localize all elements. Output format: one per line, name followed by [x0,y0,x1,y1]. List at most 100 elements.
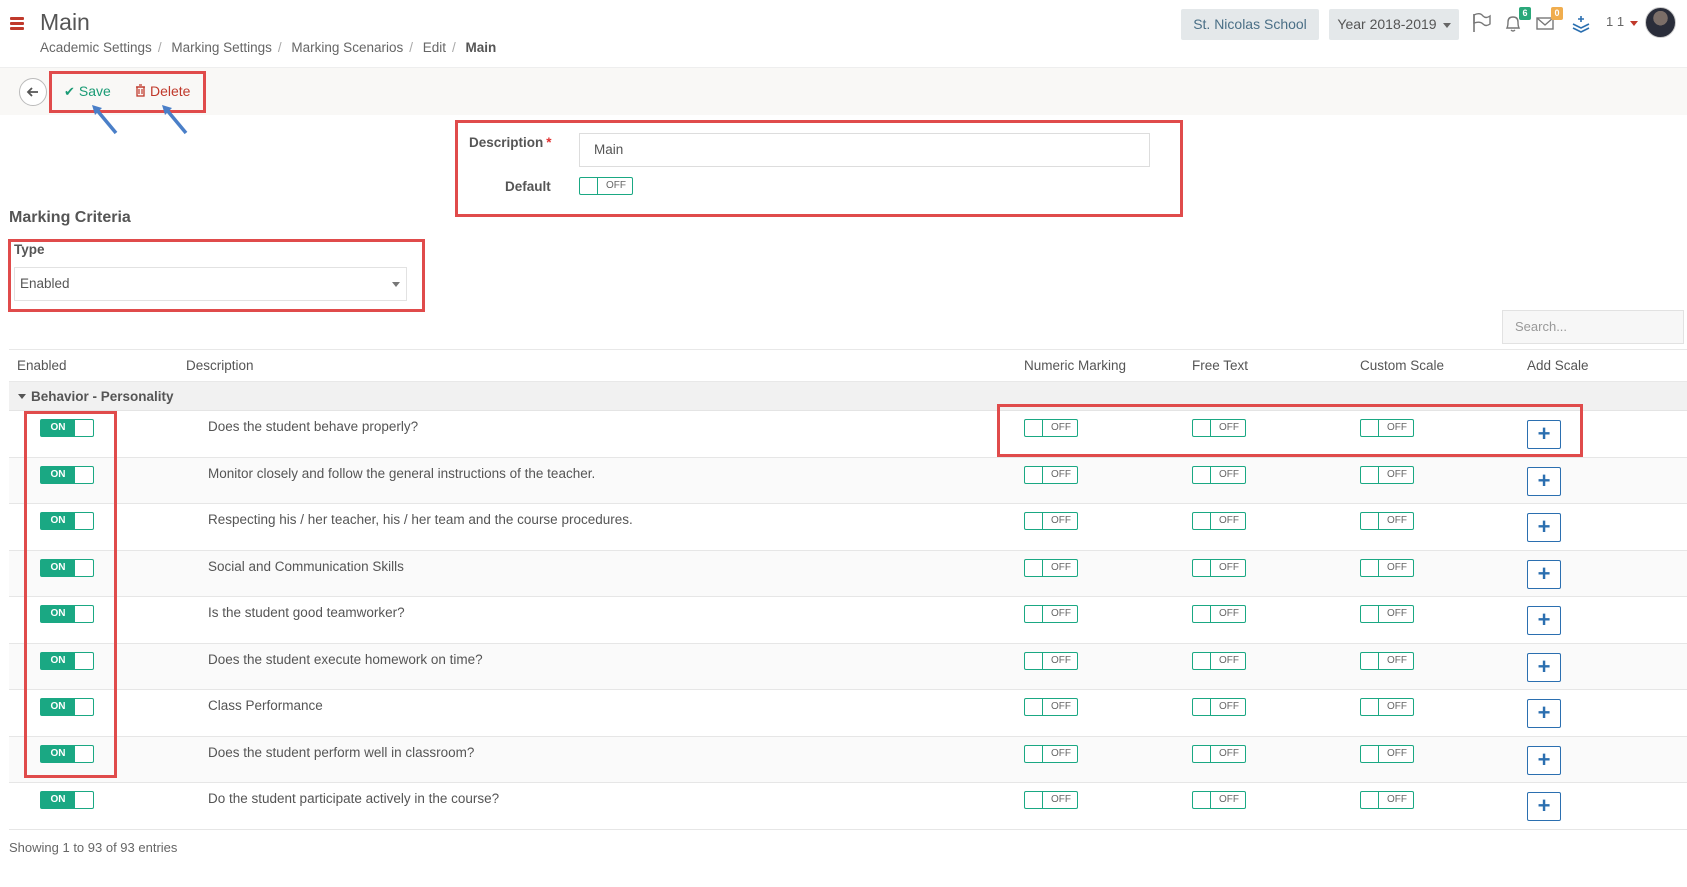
table-row: ON Does the student execute homework on … [9,643,1687,690]
add-scale-button[interactable]: + [1527,559,1561,589]
column-header-numeric-marking[interactable]: Numeric Marking [1024,358,1126,373]
caret-down-icon [392,282,400,287]
add-scale-button[interactable]: + [1527,420,1561,449]
custom-scale-toggle[interactable]: OFF [1360,512,1414,530]
delete-button[interactable]: Delete [135,83,190,99]
action-toolbar: ✔ Save Delete [0,67,1687,115]
enabled-toggle[interactable]: ON [40,512,94,530]
enabled-toggle[interactable]: ON [40,465,94,484]
numeric-marking-toggle[interactable]: OFF [1024,791,1078,809]
plus-icon: + [1537,607,1551,632]
enabled-toggle[interactable]: ON [40,698,94,716]
search-input[interactable]: Search... [1502,310,1684,344]
add-scale-button[interactable]: + [1527,466,1561,496]
group-row[interactable]: Behavior - Personality [9,382,1687,411]
custom-scale-toggle[interactable]: OFF [1360,605,1414,623]
back-arrow-icon [26,87,38,97]
enabled-toggle[interactable]: ON [40,419,94,437]
free-text-toggle[interactable]: OFF [1192,605,1246,623]
criterion-description: Do the student participate actively in t… [208,791,500,806]
free-text-toggle[interactable]: OFF [1192,512,1246,530]
required-marker: * [546,135,552,150]
enabled-toggle[interactable]: ON [40,605,94,623]
flag-icon[interactable] [1470,12,1492,34]
table-row: ON Monitor closely and follow the genera… [9,457,1687,504]
criterion-description: Monitor closely and follow the general i… [208,465,596,481]
column-header-free-text[interactable]: Free Text [1192,358,1248,373]
breadcrumb-item-marking-settings[interactable]: Marking Settings [171,40,272,55]
breadcrumb-item-current: Main [465,40,497,55]
numeric-marking-toggle[interactable]: OFF [1024,512,1078,530]
table-info: Showing 1 to 93 of 93 entries [9,840,178,855]
add-scale-button[interactable]: + [1527,745,1561,775]
caret-down-icon[interactable] [1630,21,1638,26]
breadcrumb-item-edit[interactable]: Edit [423,40,446,55]
column-header-custom-scale[interactable]: Custom Scale [1360,358,1444,373]
breadcrumb-item-marking-scenarios[interactable]: Marking Scenarios [291,40,403,55]
custom-scale-toggle[interactable]: OFF [1360,744,1414,763]
free-text-toggle[interactable]: OFF [1192,791,1246,809]
breadcrumb: Academic Settings / Marking Settings / Mar… [40,40,497,55]
enabled-toggle[interactable]: ON [40,744,94,763]
custom-scale-toggle[interactable]: OFF [1360,558,1414,577]
numeric-marking-toggle[interactable]: OFF [1024,605,1078,623]
numeric-marking-toggle[interactable]: OFF [1024,651,1078,670]
breadcrumb-item-academic-settings[interactable]: Academic Settings [40,40,152,55]
free-text-toggle[interactable]: OFF [1192,465,1246,484]
table-body: ON Does the student behave properly? OFF… [9,411,1687,830]
plus-icon: + [1537,793,1551,818]
add-scale-button[interactable]: + [1527,513,1561,542]
trash-icon [136,84,145,97]
caret-down-icon [18,394,26,399]
criterion-description: Does the student perform well in classro… [208,744,475,760]
message-count-badge: 0 [1551,7,1563,20]
numeric-marking-toggle[interactable]: OFF [1024,744,1078,763]
default-label: Default [505,179,551,194]
year-selector-button[interactable]: Year 2018-2019 [1329,9,1459,40]
criterion-description: Does the student execute homework on tim… [208,651,483,667]
custom-scale-toggle[interactable]: OFF [1360,698,1414,716]
bell-icon[interactable]: 6 [1502,7,1531,34]
numeric-marking-toggle[interactable]: OFF [1024,419,1078,437]
free-text-toggle[interactable]: OFF [1192,558,1246,577]
hamburger-icon[interactable] [10,17,24,31]
add-scale-button[interactable]: + [1527,652,1561,682]
add-scale-button[interactable]: + [1527,792,1561,821]
free-text-toggle[interactable]: OFF [1192,651,1246,670]
column-header-enabled[interactable]: Enabled [17,358,67,373]
description-input[interactable]: Main [579,133,1150,167]
custom-scale-toggle[interactable]: OFF [1360,465,1414,484]
default-toggle[interactable]: OFF [579,177,633,195]
column-header-description[interactable]: Description [186,358,254,373]
add-scale-button[interactable]: + [1527,606,1561,635]
custom-scale-toggle[interactable]: OFF [1360,419,1414,437]
notification-count-badge: 6 [1519,7,1531,20]
table-row: ON Social and Communication Skills OFF O… [9,550,1687,597]
type-select[interactable]: Enabled [14,267,407,301]
back-button[interactable] [19,78,47,106]
plus-icon: + [1537,746,1551,772]
custom-scale-toggle[interactable]: OFF [1360,651,1414,670]
enabled-toggle[interactable]: ON [40,558,94,577]
envelope-icon[interactable]: 0 [1534,7,1563,34]
free-text-toggle[interactable]: OFF [1192,419,1246,437]
school-selector-button[interactable]: St. Nicolas School [1181,9,1319,40]
table-row: ON Is the student good teamworker? OFF O… [9,597,1687,644]
numeric-marking-toggle[interactable]: OFF [1024,698,1078,716]
enabled-toggle[interactable]: ON [40,791,94,809]
numeric-marking-toggle[interactable]: OFF [1024,558,1078,577]
save-button[interactable]: ✔ Save [64,83,111,100]
avatar[interactable] [1645,7,1676,38]
user-number[interactable]: 1 1 [1606,14,1624,29]
criterion-description: Class Performance [208,698,323,713]
enabled-toggle[interactable]: ON [40,651,94,670]
layers-icon[interactable] [1570,12,1592,34]
free-text-toggle[interactable]: OFF [1192,744,1246,763]
table-row: ON Do the student participate actively i… [9,783,1687,830]
custom-scale-toggle[interactable]: OFF [1360,791,1414,809]
add-scale-button[interactable]: + [1527,699,1561,728]
column-header-add-scale: Add Scale [1527,358,1589,373]
plus-icon: + [1537,653,1551,679]
free-text-toggle[interactable]: OFF [1192,698,1246,716]
numeric-marking-toggle[interactable]: OFF [1024,465,1078,484]
